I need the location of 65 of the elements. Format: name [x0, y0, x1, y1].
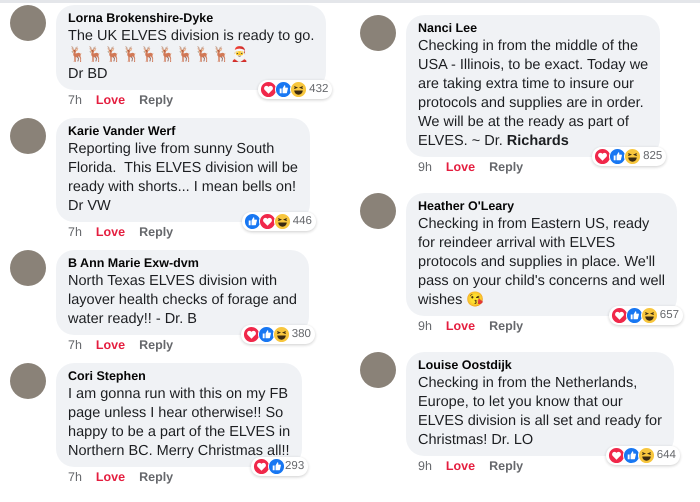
thumbs-up-reaction-icon	[609, 148, 626, 165]
avatar-photo-placeholder[interactable]	[10, 5, 46, 41]
avatar-photo-placeholder[interactable]	[360, 15, 396, 51]
comment-author[interactable]: Karie Vander Werf	[68, 123, 298, 140]
avatar-photo-placeholder[interactable]	[360, 352, 396, 388]
avatar-photo-placeholder[interactable]	[10, 250, 46, 286]
thumbs-up-reaction-icon	[258, 326, 275, 343]
comment-author[interactable]: Cori Stephen	[68, 368, 290, 385]
laughing-face-icon	[638, 447, 655, 464]
avatar-photo-placeholder[interactable]	[10, 118, 46, 154]
love-link[interactable]: Love	[446, 459, 476, 474]
avatar-photo-placeholder[interactable]	[10, 363, 46, 399]
love-link[interactable]: Love	[96, 338, 126, 353]
laughing-face-icon	[624, 148, 642, 165]
love-link[interactable]: Love	[96, 470, 126, 485]
comment-time: 7h	[68, 470, 82, 485]
heart-reaction-icon	[260, 81, 278, 98]
comment-author[interactable]: Heather O'Leary	[418, 198, 665, 215]
laughing-face-icon	[290, 81, 308, 98]
comment-author[interactable]: Lorna Brokenshire-Dyke	[68, 10, 314, 27]
love-link[interactable]: Love	[96, 225, 126, 240]
love-link[interactable]: Love	[96, 93, 126, 108]
heart-reaction-icon	[594, 148, 612, 165]
thumbs-up-reaction-icon	[268, 458, 286, 475]
reply-link[interactable]: Reply	[489, 459, 524, 474]
reply-link[interactable]: Reply	[139, 225, 174, 240]
love-link[interactable]: Love	[446, 319, 476, 334]
heart-reaction-icon	[610, 307, 628, 324]
comment-author[interactable]: Louise Oostdijk	[418, 357, 662, 374]
reply-link[interactable]: Reply	[489, 160, 524, 175]
love-link[interactable]: Love	[446, 160, 476, 175]
thumbs-up-reaction-icon	[244, 213, 261, 230]
comment-time: 7h	[68, 225, 82, 240]
laughing-face-icon	[640, 307, 658, 324]
reply-link[interactable]: Reply	[139, 93, 174, 108]
reactions-badge[interactable]: 825	[592, 147, 666, 166]
comment-text: The UK ELVES division is ready to go.	[68, 27, 314, 46]
comment-time: 7h	[68, 338, 82, 353]
comment-text: Dr BD	[68, 65, 108, 84]
comment-time: 9h	[418, 160, 432, 175]
reactions-badge[interactable]: 293	[251, 457, 308, 476]
comment-time: 9h	[418, 319, 432, 334]
comment-text: 🦌🦌🦌🦌🦌🦌🦌🦌🦌🎅	[68, 46, 250, 65]
thumbs-up-reaction-icon	[275, 81, 292, 98]
heart-reaction-icon	[253, 458, 270, 475]
reactions-badge[interactable]: 644	[606, 446, 680, 465]
comment-author[interactable]: Nanci Lee	[418, 20, 648, 37]
thumbs-up-reaction-icon	[622, 447, 640, 464]
reactions-badge[interactable]: 446	[242, 212, 316, 231]
reply-link[interactable]: Reply	[489, 319, 524, 334]
reactions-badge[interactable]: 657	[608, 306, 683, 325]
thumbs-up-reaction-icon	[626, 307, 643, 324]
comment-time: 7h	[68, 93, 82, 108]
heart-reaction-icon	[608, 447, 625, 464]
heart-reaction-icon	[242, 326, 260, 343]
laughing-face-icon	[272, 326, 290, 343]
comment-time: 9h	[418, 459, 432, 474]
reply-link[interactable]: Reply	[139, 338, 174, 353]
comment-author[interactable]: B Ann Marie Exw-dvm	[68, 255, 297, 272]
reply-link[interactable]: Reply	[139, 470, 174, 485]
avatar-photo-placeholder[interactable]	[360, 193, 396, 229]
reactions-badge[interactable]: 380	[240, 325, 315, 344]
heart-reaction-icon	[258, 213, 276, 230]
reactions-badge[interactable]: 432	[258, 80, 332, 99]
laughing-face-icon	[274, 213, 291, 230]
